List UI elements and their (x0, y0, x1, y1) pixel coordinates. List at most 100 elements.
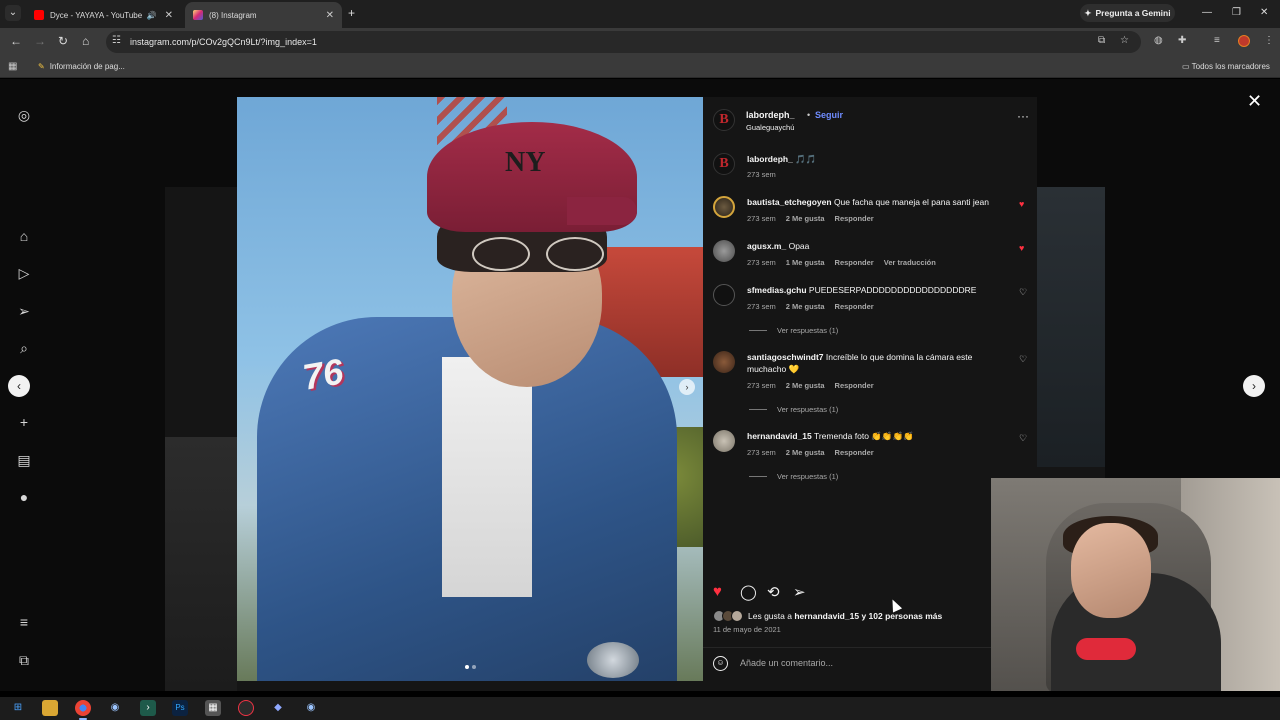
create-icon[interactable]: + (16, 414, 32, 430)
windows-start-icon[interactable]: ⊞ (10, 700, 26, 716)
comment-username[interactable]: santiagoschwindt7 (747, 352, 824, 362)
post-photo[interactable]: NY 76 › (237, 97, 703, 681)
reply-button[interactable]: Responder (835, 302, 874, 311)
reels-icon[interactable]: ▷ (16, 265, 32, 281)
author-username[interactable]: labordeph_ (746, 110, 795, 120)
comment-username[interactable]: hernandavid_15 (747, 431, 812, 441)
app-icon[interactable]: ◆ (270, 700, 286, 716)
replies-line (749, 409, 767, 410)
reload-icon[interactable]: ↻ (58, 34, 68, 48)
tab-instagram[interactable]: (8) Instagram ✕ (185, 2, 342, 28)
emoji-icon[interactable]: ☺ (713, 656, 728, 671)
comment-username[interactable]: bautista_etchegoyen (747, 197, 832, 207)
comment-icon[interactable]: ◯ (740, 583, 757, 601)
comment-like-icon[interactable]: ♡ (1019, 354, 1027, 365)
comment-likes[interactable]: 2 Me gusta (786, 448, 825, 457)
comment-like-icon[interactable]: ♥ (1019, 243, 1024, 253)
profile-avatar[interactable] (1238, 35, 1250, 47)
photoshop-icon[interactable]: Ps (172, 700, 188, 716)
author-avatar[interactable]: B (713, 153, 735, 175)
comment-like-icon[interactable]: ♥ (1019, 199, 1024, 209)
commenter-avatar[interactable] (713, 351, 735, 373)
kebab-menu-icon[interactable]: ⋮ (1264, 35, 1274, 46)
steam-icon[interactable]: ◉ (303, 700, 319, 716)
like-heart-icon[interactable]: ♥ (713, 583, 722, 600)
commenter-avatar[interactable] (713, 430, 735, 452)
reply-button[interactable]: Responder (835, 448, 874, 457)
gemini-button[interactable]: ✦ Pregunta a Gemini (1080, 4, 1175, 22)
extension-icon[interactable]: ◍ (1154, 35, 1163, 46)
share-icon[interactable]: ➢ (793, 583, 806, 601)
address-bar[interactable]: ☷ instagram.com/p/COv2gQCn9Lt/?img_index… (106, 31, 1141, 53)
commenter-avatar[interactable] (713, 196, 735, 218)
threads-icon[interactable]: ⧉ (16, 652, 32, 668)
likes-suffix[interactable]: y 102 personas más (861, 611, 942, 621)
bookmark-star-icon[interactable]: ☆ (1120, 35, 1129, 46)
file-explorer-icon[interactable] (42, 700, 58, 716)
window-close-icon[interactable]: ✕ (1260, 7, 1268, 18)
reply-button[interactable]: Responder (835, 381, 874, 390)
comment-like-icon[interactable]: ♡ (1019, 287, 1027, 298)
puzzle-icon[interactable]: ✚ (1178, 35, 1186, 46)
likes-user[interactable]: hernandavid_15 (794, 611, 859, 621)
terminal-icon[interactable]: › (140, 700, 156, 716)
comment-input[interactable]: Añade un comentario... (740, 658, 833, 668)
tab-youtube[interactable]: Dyce - YAYAYA - YouTube 🔊 ✕ (26, 2, 181, 28)
forward-icon[interactable]: → (34, 34, 46, 48)
commenter-avatar[interactable] (713, 240, 735, 262)
restore-icon[interactable]: ❐ (1232, 7, 1241, 18)
likes-summary[interactable]: Les gusta a hernandavid_15 y 102 persona… (713, 610, 942, 622)
tab-search-icon[interactable]: ⌄ (5, 5, 21, 21)
close-modal-icon[interactable]: ✕ (1247, 91, 1262, 112)
messages-icon[interactable]: ➢ (16, 303, 32, 319)
next-image-icon[interactable]: › (679, 379, 695, 395)
comment-likes[interactable]: 2 Me gusta (786, 381, 825, 390)
new-tab-icon[interactable]: + (348, 6, 355, 20)
follow-button[interactable]: Seguir (815, 110, 843, 120)
translate-button[interactable]: Ver traducción (884, 258, 936, 267)
cast-icon[interactable]: ⧉ (1098, 35, 1105, 46)
calculator-icon[interactable]: ▦ (205, 700, 221, 716)
close-tab-icon[interactable]: ✕ (165, 10, 173, 21)
site-info-icon[interactable]: ☷ (112, 35, 121, 46)
obs-icon[interactable] (238, 700, 254, 716)
comment-likes[interactable]: 2 Me gusta (786, 214, 825, 223)
add-comment-bar[interactable]: ☺ Añade un comentario... (703, 647, 1037, 681)
steam-icon[interactable]: ◉ (107, 700, 123, 716)
comment-like-icon[interactable]: ♡ (1019, 433, 1027, 444)
url-text[interactable]: instagram.com/p/COv2gQCn9Lt/?img_index=1 (130, 37, 317, 47)
repost-icon[interactable]: ⟲ (767, 583, 780, 601)
reply-button[interactable]: Responder (835, 214, 874, 223)
caption-username[interactable]: labordeph_ (747, 154, 793, 164)
comment-username[interactable]: sfmedias.gchu (747, 285, 807, 295)
media-icon[interactable]: ≡ (1214, 35, 1220, 46)
more-options-icon[interactable]: ··· (1017, 109, 1029, 123)
post-location[interactable]: Gualeguaychú (746, 123, 794, 132)
minimize-icon[interactable]: — (1202, 7, 1212, 18)
all-bookmarks[interactable]: ▭ Todos los marcadores (1182, 62, 1270, 71)
home-icon[interactable]: ⌂ (16, 228, 32, 244)
commenter-avatar[interactable] (713, 284, 735, 306)
comment-username[interactable]: agusx.m_ (747, 241, 786, 251)
next-post-icon[interactable]: › (1243, 375, 1265, 397)
apps-grid-icon[interactable]: ▦ (8, 61, 17, 72)
close-tab-icon[interactable]: ✕ (326, 10, 334, 21)
comment-likes[interactable]: 2 Me gusta (786, 302, 825, 311)
back-icon[interactable]: ← (10, 34, 22, 48)
reply-button[interactable]: Responder (835, 258, 874, 267)
bookmark-item[interactable]: ✎ Información de pag... (38, 62, 125, 71)
comment-likes[interactable]: 1 Me gusta (786, 258, 825, 267)
instagram-logo-icon[interactable]: ◎ (16, 107, 32, 123)
chrome-icon[interactable] (75, 700, 91, 720)
view-replies-button[interactable]: Ver respuestas (1) (749, 472, 838, 481)
view-replies-button[interactable]: Ver respuestas (1) (749, 405, 838, 414)
author-avatar[interactable]: B (713, 109, 735, 131)
home-icon[interactable]: ⌂ (82, 34, 89, 48)
speaker-icon[interactable]: 🔊 (147, 11, 157, 20)
previous-post-icon[interactable]: ‹ (8, 375, 30, 397)
profile-icon[interactable]: ● (16, 489, 32, 505)
search-icon[interactable]: ⌕ (16, 340, 32, 356)
view-replies-button[interactable]: Ver respuestas (1) (749, 326, 838, 335)
menu-icon[interactable]: ≡ (16, 614, 32, 630)
stats-icon[interactable]: ▤ (16, 452, 32, 468)
